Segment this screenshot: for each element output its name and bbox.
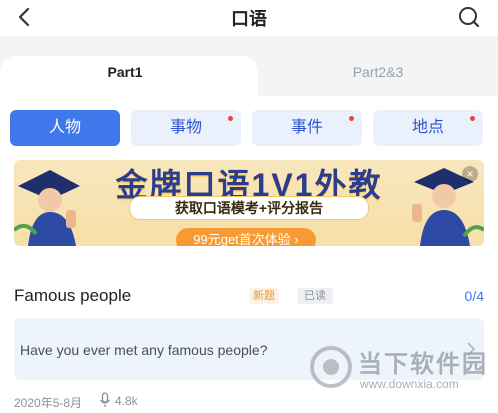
back-arrow-icon[interactable] xyxy=(14,6,36,28)
topic-title[interactable]: Famous people xyxy=(14,286,131,306)
listen-count: 4.8k xyxy=(115,394,138,408)
top-bar: 口语 xyxy=(0,0,498,36)
category-places[interactable]: 地点 xyxy=(373,110,483,146)
category-objects-label: 事物 xyxy=(169,119,202,136)
watermark-text: 当下软件园 xyxy=(358,351,488,378)
new-dot-indicator xyxy=(228,116,233,121)
tab-part1-label: Part1 xyxy=(107,64,143,80)
banner-subtitle: 获取口语模考+评分报告 xyxy=(129,196,369,220)
mic-icon xyxy=(99,392,111,407)
promo-banner[interactable]: 金牌口语1V1外教 获取口语模考+评分报告 99元get首次体验 › × xyxy=(14,160,484,246)
close-icon[interactable]: × xyxy=(462,166,478,182)
search-icon[interactable] xyxy=(457,5,481,29)
banner-cta-button[interactable]: 99元get首次体验 › xyxy=(176,228,316,246)
watermark-logo-icon xyxy=(310,346,352,388)
page-title: 口语 xyxy=(231,9,267,29)
new-dot-indicator xyxy=(349,116,354,121)
category-people-label: 人物 xyxy=(48,119,81,136)
tab-part2-3-label: Part2&3 xyxy=(352,64,404,80)
category-objects[interactable]: 事物 xyxy=(131,110,241,146)
category-events-label: 事件 xyxy=(290,119,323,136)
new-dot-indicator xyxy=(470,116,475,121)
question-date: 2020年5-8月 xyxy=(14,396,83,410)
topic-progress: 0/4 xyxy=(464,288,484,304)
category-places-label: 地点 xyxy=(411,119,444,136)
question-text: Have you ever met any famous people? xyxy=(20,342,268,358)
watermark-url: www.downxia.com xyxy=(360,377,459,391)
category-events[interactable]: 事件 xyxy=(252,110,362,146)
read-badge: 已读 xyxy=(297,288,333,304)
new-question-badge: 新题 xyxy=(249,288,279,304)
category-people[interactable]: 人物 xyxy=(10,110,120,146)
